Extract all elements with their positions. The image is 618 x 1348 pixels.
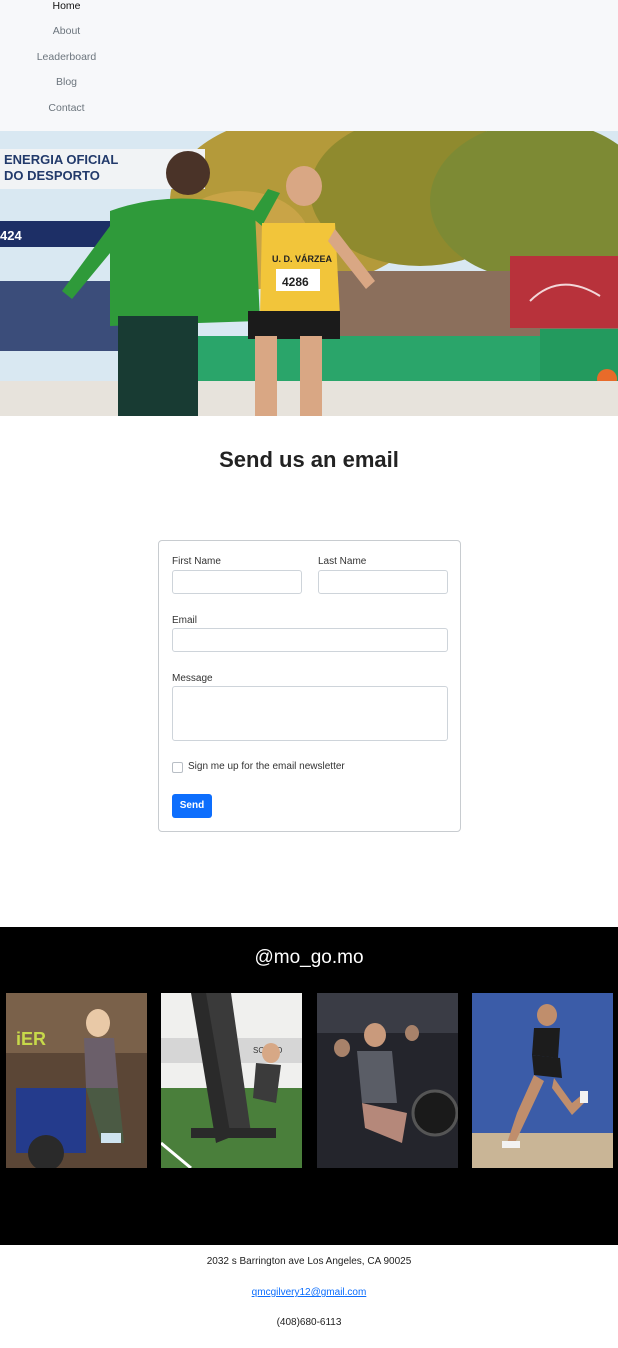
newsletter-checkbox[interactable] [172, 762, 183, 773]
section-title: Send us an email [219, 447, 399, 472]
newsletter-label: Sign me up for the email newsletter [188, 761, 345, 772]
hero-bib-number: 4286 [282, 275, 309, 289]
hero-image: ENERGIA OFICIAL DO DESPORTO 424 U. D. VÁ… [0, 131, 618, 416]
nav-item-blog[interactable]: Blog [0, 76, 133, 88]
instagram-photo-3[interactable] [317, 993, 458, 1168]
instagram-feed: @mo_go.mo iER SCHOO [0, 927, 618, 1245]
instagram-photo-2[interactable]: SCHOO [161, 993, 302, 1168]
instagram-photo-4[interactable] [472, 993, 613, 1168]
first-name-field[interactable] [172, 570, 302, 594]
hero-banner-text-1: ENERGIA OFICIAL [4, 152, 118, 167]
email-field[interactable] [172, 628, 448, 652]
message-textarea[interactable] [172, 686, 448, 741]
contact-form: First Name Last Name Email Message Sign … [158, 540, 461, 832]
footer-address: 2032 s Barrington ave Los Angeles, CA 90… [206, 1256, 412, 1267]
nav-item-about[interactable]: About [0, 25, 133, 37]
send-button[interactable]: Send [172, 794, 212, 818]
footer-email-row: qmcgilvery12@gmail.com [0, 1287, 618, 1298]
instagram-photo-1[interactable]: iER [6, 993, 147, 1168]
nav-item-leaderboard[interactable]: Leaderboard [0, 51, 133, 63]
footer-phone: (408)680-6113 [276, 1317, 342, 1328]
nav-item-home[interactable]: Home [0, 0, 133, 12]
last-name-label: Last Name [318, 556, 367, 567]
footer-email-link[interactable]: qmcgilvery12@gmail.com [252, 1287, 367, 1298]
instagram-handle[interactable]: @mo_go.mo [0, 947, 618, 969]
hero-side-number: 424 [0, 228, 22, 243]
last-name-field[interactable] [318, 570, 448, 594]
email-label: Email [172, 615, 198, 626]
top-nav: Home About Leaderboard Blog Contact [0, 0, 618, 131]
first-name-label: First Name [172, 556, 221, 567]
nav-item-contact[interactable]: Contact [0, 102, 133, 114]
hero-marathon-photo: ENERGIA OFICIAL DO DESPORTO 424 U. D. VÁ… [0, 131, 618, 416]
photo-1-text: iER [16, 1029, 46, 1049]
hero-jersey-text: U. D. VÁRZEA [272, 254, 333, 264]
message-label: Message [172, 673, 213, 684]
hero-banner-text-2: DO DESPORTO [4, 168, 100, 183]
